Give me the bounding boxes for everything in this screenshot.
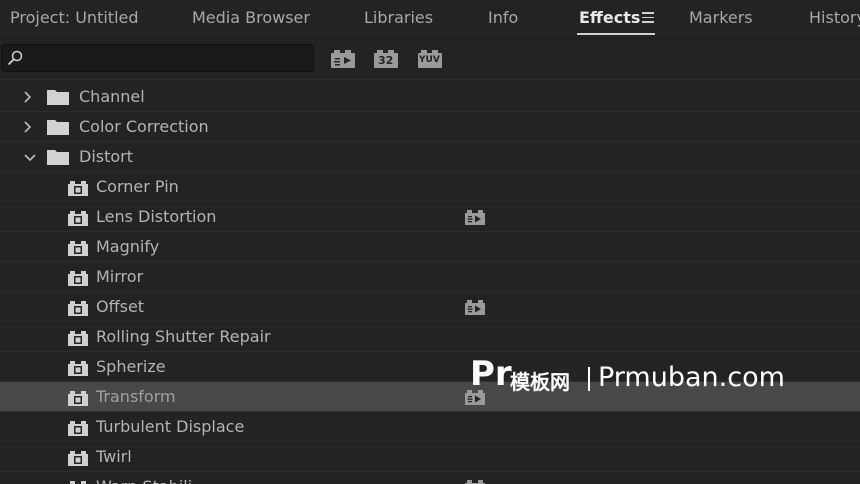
effect-row[interactable]: Warp Stabili <box>0 472 860 484</box>
folder-row-color-correction[interactable]: Color Correction <box>0 112 860 142</box>
effect-label: Twirl <box>96 447 132 466</box>
chevron-right-icon[interactable] <box>21 91 33 103</box>
effect-label: Lens Distortion <box>96 207 217 226</box>
folder-row-channel[interactable]: Channel <box>0 82 860 112</box>
panel-tab-bar: Project: Untitled Media Browser Librarie… <box>0 0 860 39</box>
video-effect-icon <box>68 480 88 484</box>
folder-icon <box>47 90 69 105</box>
effect-row[interactable]: Lens Distortion <box>0 202 860 232</box>
accelerated-effects-filter-button[interactable] <box>330 49 356 69</box>
effect-label: Offset <box>96 297 145 316</box>
video-effect-icon <box>68 420 88 436</box>
effect-label: Spherize <box>96 357 166 376</box>
effect-row[interactable]: Turbulent Displace <box>0 412 860 442</box>
folder-label: Color Correction <box>79 117 209 136</box>
effect-row[interactable]: Twirl <box>0 442 860 472</box>
search-icon <box>7 50 23 66</box>
video-effect-icon <box>68 450 88 466</box>
effect-label: Mirror <box>96 267 144 286</box>
effect-row[interactable]: Corner Pin <box>0 172 860 202</box>
yuv-label: YUV <box>419 55 440 65</box>
folder-icon <box>47 150 69 165</box>
tab-effects[interactable]: Effects <box>579 8 640 27</box>
video-effect-icon <box>68 180 88 196</box>
video-effect-icon <box>68 240 88 256</box>
folder-row-distort[interactable]: Distort <box>0 142 860 172</box>
tab-libraries[interactable]: Libraries <box>364 8 433 27</box>
watermark-logo: Pr <box>470 354 512 394</box>
bit32-label: 32 <box>378 54 394 67</box>
effects-toolbar: 32 YUV <box>0 39 860 80</box>
video-effect-icon <box>68 270 88 286</box>
effect-label: Corner Pin <box>96 177 179 196</box>
video-effect-icon <box>68 360 88 376</box>
effect-label: Transform <box>96 387 176 406</box>
watermark-site: Prmuban.com <box>598 362 785 393</box>
chevron-down-icon[interactable] <box>24 151 36 163</box>
accelerated-effect-icon <box>465 209 485 225</box>
tab-markers[interactable]: Markers <box>689 8 753 27</box>
folder-icon <box>47 120 69 135</box>
bit32-filter-button[interactable]: 32 <box>373 49 399 69</box>
accelerated-effect-icon <box>465 299 485 315</box>
tab-media-browser[interactable]: Media Browser <box>192 8 310 27</box>
effect-label: Warp Stabili <box>96 477 192 484</box>
folder-label: Distort <box>79 147 134 166</box>
accelerated-effect-icon <box>465 479 485 484</box>
tab-project[interactable]: Project: Untitled <box>10 8 139 27</box>
effect-label: Turbulent Displace <box>96 417 245 436</box>
watermark: Pr 模板网 Prmuban.com <box>470 354 830 398</box>
watermark-cn-text: 模板网 <box>510 370 570 394</box>
folder-label: Channel <box>79 87 145 106</box>
yuv-filter-button[interactable]: YUV <box>417 49 443 69</box>
panel-menu-icon[interactable] <box>642 12 654 23</box>
effect-row[interactable]: Offset <box>0 292 860 322</box>
video-effect-icon <box>68 210 88 226</box>
chevron-right-icon[interactable] <box>21 121 33 133</box>
active-tab-indicator <box>577 33 655 35</box>
effect-label: Magnify <box>96 237 160 256</box>
video-effect-icon <box>68 330 88 346</box>
search-input[interactable] <box>28 48 312 68</box>
search-field[interactable] <box>1 44 314 72</box>
video-effect-icon <box>68 390 88 406</box>
tab-history[interactable]: History <box>809 8 860 27</box>
watermark-separator <box>588 367 590 391</box>
effects-tree: Channel Color Correction Distort Corner … <box>0 82 860 484</box>
tab-info[interactable]: Info <box>488 8 518 27</box>
effect-row[interactable]: Rolling Shutter Repair <box>0 322 860 352</box>
effect-row[interactable]: Mirror <box>0 262 860 292</box>
effect-row[interactable]: Magnify <box>0 232 860 262</box>
video-effect-icon <box>68 300 88 316</box>
effect-label: Rolling Shutter Repair <box>96 327 271 346</box>
